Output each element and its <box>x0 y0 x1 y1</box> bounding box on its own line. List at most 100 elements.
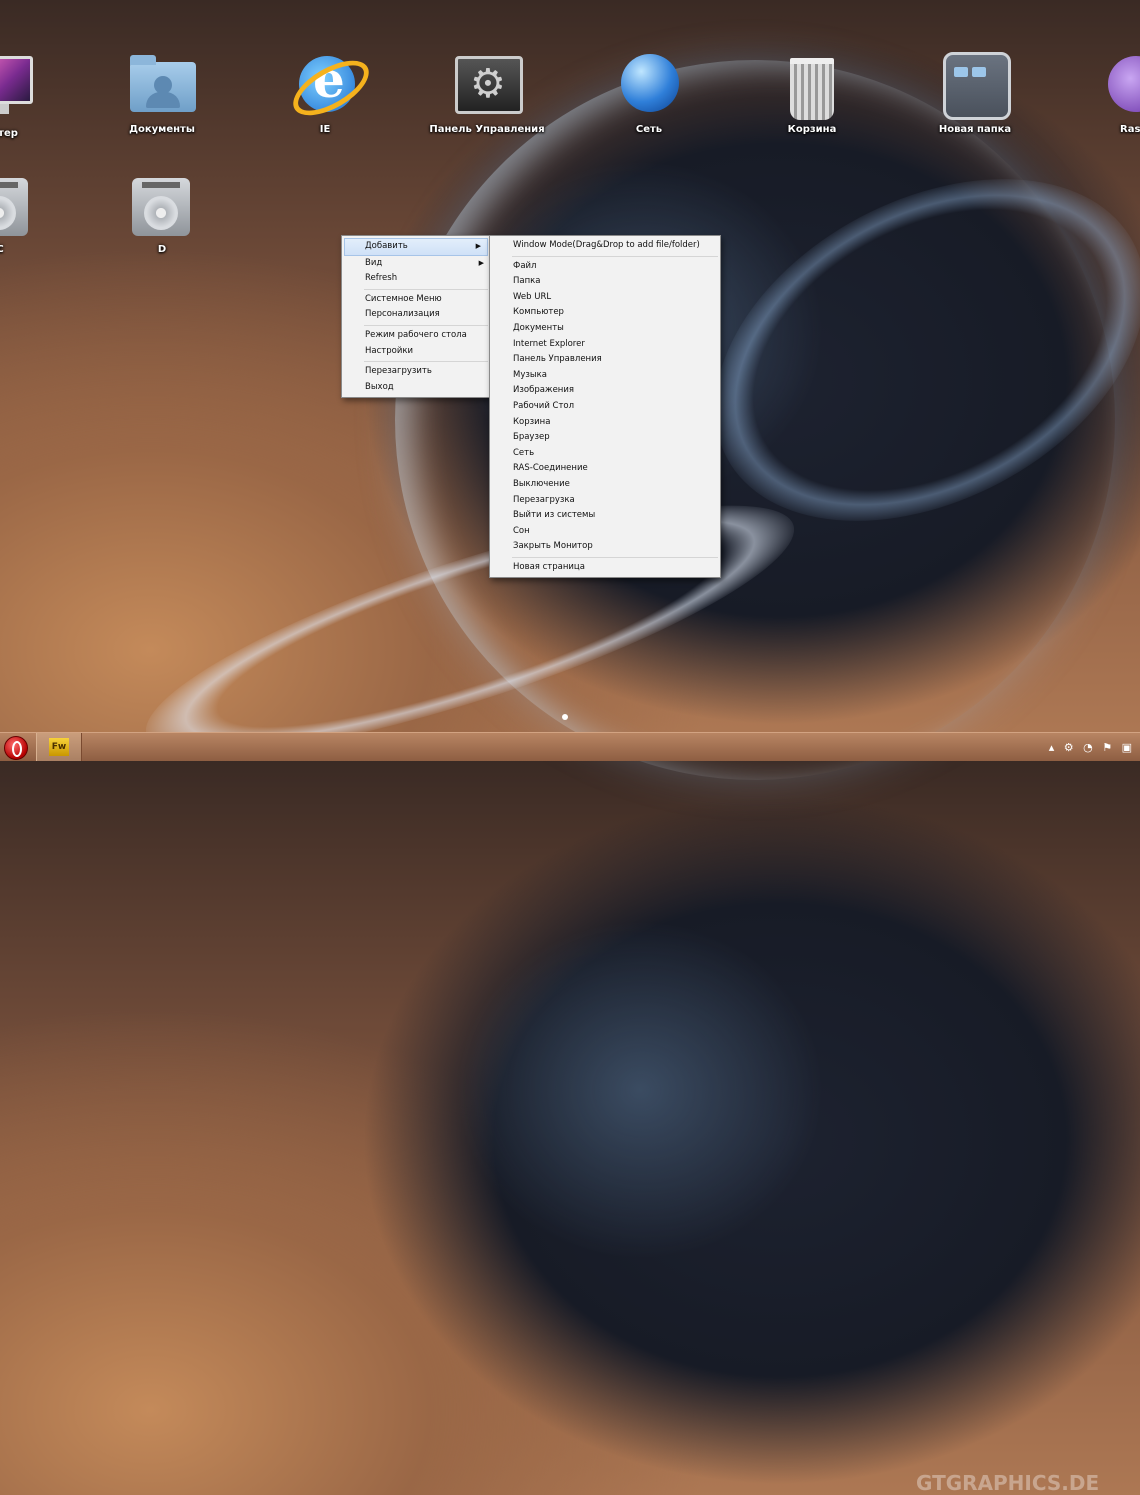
menu-item-label: Перезагрузить <box>365 366 432 377</box>
hard-drive-icon <box>0 172 34 240</box>
submenu-item-control-panel[interactable]: Панель Управления <box>490 352 720 368</box>
submenu-item-desktop[interactable]: Рабочий Стол <box>490 399 720 415</box>
context-menu: Добавить ▶ Вид ▶ Refresh Системное Меню … <box>341 235 491 399</box>
internet-explorer-icon <box>284 49 378 127</box>
submenu-item-label: Internet Explorer <box>513 338 585 349</box>
menu-item-label: Режим рабочего стола <box>365 329 467 340</box>
menu-item-label: Системное Меню <box>365 293 442 304</box>
submenu-item-music[interactable]: Музыка <box>490 368 720 384</box>
submenu-item-computer[interactable]: Компьютер <box>490 305 720 321</box>
recycle-bin-icon <box>778 52 846 120</box>
submenu-item-ras[interactable]: RAS-Соединение <box>490 461 720 477</box>
submenu-item-browser[interactable]: Браузер <box>490 430 720 446</box>
submenu-item-reboot[interactable]: Перезагрузка <box>490 493 720 509</box>
control-panel-icon <box>453 52 523 120</box>
submenu-item-recycle-bin[interactable]: Корзина <box>490 415 720 431</box>
desktop-icon-label: ьютер <box>0 128 18 139</box>
submenu-item-label: Web URL <box>513 291 552 302</box>
desktop-icon-label: C <box>0 244 60 255</box>
submenu-item-label: Новая страница <box>513 561 585 572</box>
submenu-item-label: Папка <box>513 276 541 287</box>
menu-item-desktop-mode[interactable]: Режим рабочего стола <box>342 328 490 344</box>
ras-connection-icon <box>1078 52 1140 120</box>
submenu-item-label: Выйти из системы <box>513 510 596 521</box>
menu-item-label: Refresh <box>365 273 398 284</box>
submenu-item-internet-explorer[interactable]: Internet Explorer <box>490 337 720 353</box>
desktop-icon-new-folder[interactable]: Новая папка <box>915 52 1035 135</box>
submenu-item-label: Рабочий Стол <box>513 400 575 411</box>
menu-item-restart[interactable]: Перезагрузить <box>342 364 490 380</box>
menu-item-label: Настройки <box>365 345 414 356</box>
desktop-icon-label: Новая папка <box>938 124 1012 135</box>
menu-item-settings[interactable]: Настройки <box>342 344 490 360</box>
network-icon[interactable]: ▣ <box>1122 741 1132 754</box>
desktop-icon-documents[interactable]: Документы <box>102 52 222 135</box>
desktop-icon-drive-c[interactable]: C <box>0 172 60 255</box>
submenu-item-web-url[interactable]: Web URL <box>490 290 720 306</box>
submenu-item-label: Выключение <box>513 478 570 489</box>
hard-drive-icon <box>128 172 196 240</box>
submenu-item-label: Изображения <box>513 385 575 396</box>
arrow-up-icon[interactable]: ▴ <box>1049 741 1055 754</box>
desktop-icon-label: Панель Управления <box>429 124 545 135</box>
taskbar: Fw GTGRAPHICS.DE ▴ ⚙ ◔ ⚑ ▣ <box>0 732 1140 1495</box>
submenu-item-label: RAS-Соединение <box>513 463 588 474</box>
submenu-item-label: Браузер <box>513 432 550 443</box>
submenu-item-label: Сеть <box>513 447 535 458</box>
desktop-icon-label: Корзина <box>787 124 837 135</box>
add-submenu: Window Mode(Drag&Drop to add file/folder… <box>489 235 721 579</box>
submenu-item-new-page[interactable]: Новая страница <box>490 560 720 576</box>
submenu-item-monitor-off[interactable]: Закрыть Монитор <box>490 539 720 555</box>
submenu-item-label: Закрыть Монитор <box>513 541 593 552</box>
desktop-icon-ras[interactable]: RasL <box>1078 52 1140 135</box>
menu-separator <box>364 288 488 290</box>
page-indicator-dot[interactable] <box>562 714 568 720</box>
desktop-icon-label: RasL <box>1120 124 1140 135</box>
menu-separator <box>512 556 718 558</box>
submenu-item-label: Window Mode(Drag&Drop to add file/folder… <box>513 240 700 250</box>
desktop-icon-ie[interactable]: IE <box>265 49 385 135</box>
menu-separator <box>512 255 718 257</box>
desktop-icon-label: Документы <box>129 124 195 135</box>
submenu-item-network[interactable]: Сеть <box>490 446 720 462</box>
submenu-item-folder[interactable]: Папка <box>490 274 720 290</box>
submenu-item-label: Корзина <box>513 416 551 427</box>
menu-item-personalization[interactable]: Персонализация <box>342 307 490 323</box>
submenu-item-images[interactable]: Изображения <box>490 383 720 399</box>
start-button-icon[interactable] <box>4 736 28 760</box>
menu-item-label: Добавить <box>365 241 408 251</box>
taskbar-app-fireworks[interactable]: Fw <box>36 733 82 761</box>
menu-item-system-menu[interactable]: Системное Меню <box>342 292 490 308</box>
watermark-text: GTGRAPHICS.DE <box>916 1471 1100 1495</box>
submenu-item-label: Файл <box>513 260 537 271</box>
submenu-item-window-mode[interactable]: Window Mode(Drag&Drop to add file/folder… <box>490 238 720 254</box>
menu-separator <box>364 324 488 326</box>
menu-item-label: Выход <box>365 381 394 392</box>
desktop-icon-computer[interactable]: ьютер <box>0 52 60 139</box>
menu-item-refresh[interactable]: Refresh <box>342 271 490 287</box>
submenu-item-sleep[interactable]: Сон <box>490 524 720 540</box>
clock-icon[interactable]: ◔ <box>1083 741 1093 754</box>
submenu-item-documents[interactable]: Документы <box>490 321 720 337</box>
desktop-icon-recycle-bin[interactable]: Корзина <box>752 52 872 135</box>
menu-item-label: Персонализация <box>365 309 440 320</box>
submenu-item-shutdown[interactable]: Выключение <box>490 477 720 493</box>
gear-icon[interactable]: ⚙ <box>1064 741 1074 754</box>
desktop-icon-label: IE <box>319 124 331 135</box>
menu-item-view[interactable]: Вид ▶ <box>342 256 490 272</box>
wallpaper-ring-upper <box>656 109 1140 591</box>
desktop-icon-control-panel[interactable]: Панель Управления <box>427 52 547 135</box>
submenu-item-label: Перезагрузка <box>513 494 575 505</box>
submenu-item-file[interactable]: Файл <box>490 259 720 275</box>
submenu-item-label: Музыка <box>513 369 547 380</box>
menu-item-exit[interactable]: Выход <box>342 380 490 396</box>
flag-icon[interactable]: ⚑ <box>1102 741 1112 754</box>
menu-separator <box>364 361 488 363</box>
menu-item-label: Вид <box>365 257 383 268</box>
desktop-icon-drive-d[interactable]: D <box>102 172 222 255</box>
desktop-icon-label: Сеть <box>635 124 663 135</box>
system-tray: ▴ ⚙ ◔ ⚑ ▣ <box>1043 741 1132 754</box>
menu-item-add[interactable]: Добавить ▶ <box>344 238 488 256</box>
desktop-icon-network[interactable]: Сеть <box>589 52 709 135</box>
submenu-item-logoff[interactable]: Выйти из системы <box>490 508 720 524</box>
